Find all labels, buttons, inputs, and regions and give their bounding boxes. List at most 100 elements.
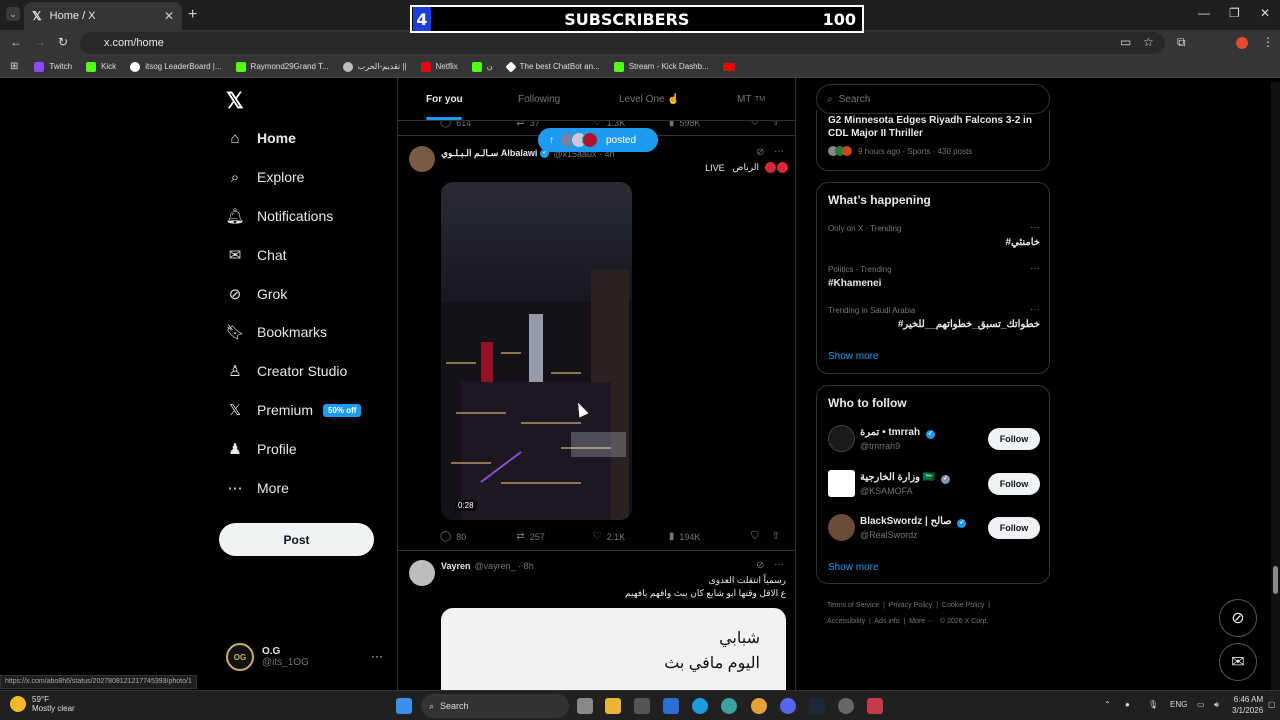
- repost-button[interactable]: ⇄ 257: [516, 531, 592, 542]
- new-tab-icon[interactable]: +: [188, 6, 197, 24]
- steam-icon[interactable]: [809, 698, 825, 714]
- bookmark-kick-dashboard[interactable]: Stream - Kick Dashb...: [613, 61, 709, 72]
- profile-avatar-icon[interactable]: [1236, 37, 1248, 49]
- nav-premium[interactable]: 𝕏 Premium 50% off: [226, 401, 362, 419]
- windows-start-icon[interactable]: [396, 698, 412, 714]
- grok-fab-icon[interactable]: ⊘: [1219, 599, 1257, 637]
- new-posts-pill[interactable]: ↑ posted: [538, 128, 658, 152]
- messages-fab-icon[interactable]: ✉: [1219, 643, 1257, 681]
- bookmark-youtube[interactable]: [722, 62, 740, 71]
- nav-notifications[interactable]: 🔔︎ Notifications: [225, 207, 333, 225]
- store-icon[interactable]: [634, 698, 650, 714]
- show-more-follow-link[interactable]: Show more: [828, 562, 879, 573]
- edge-icon[interactable]: [692, 698, 708, 714]
- views-button[interactable]: ▮ 194K: [669, 531, 751, 542]
- browser-menu-icon[interactable]: ⋮: [1262, 35, 1274, 49]
- weather-widget[interactable]: 59°F Mostly clear: [10, 695, 75, 713]
- nav-grok[interactable]: ⊘ Grok: [226, 285, 288, 303]
- trend-more-icon[interactable]: ···: [1030, 304, 1040, 315]
- footer-more-link[interactable]: More ···: [909, 618, 934, 625]
- extensions-icon[interactable]: ⧉: [1177, 35, 1186, 50]
- account-switcher[interactable]: OG O.G @its_1OG ···: [226, 643, 383, 671]
- footer-accessibility-link[interactable]: Accessibility: [827, 618, 865, 625]
- nav-more[interactable]: ⋯ More: [226, 479, 289, 497]
- footer-ads-link[interactable]: Ads info: [874, 618, 899, 625]
- bookmark-kick[interactable]: Kick: [86, 61, 116, 72]
- like-button[interactable]: ♡ 2.1K: [593, 531, 669, 542]
- grok-post-icon[interactable]: ⊘: [756, 560, 764, 571]
- taskbar-search[interactable]: ⌕ Search: [421, 694, 569, 718]
- trend-item[interactable]: Trending in Saudi Arabia #خطواتك_تسبق_خط…: [828, 304, 1040, 330]
- follow-button[interactable]: Follow: [988, 428, 1040, 450]
- avatar[interactable]: [409, 146, 435, 172]
- avatar[interactable]: [409, 560, 435, 586]
- apps-grid-icon[interactable]: ⊞: [10, 61, 18, 72]
- maximize-icon[interactable]: ❐: [1229, 6, 1240, 20]
- share-button[interactable]: ⇧: [772, 531, 785, 542]
- nav-creator-studio[interactable]: ♙ Creator Studio: [226, 362, 347, 380]
- file-explorer-icon[interactable]: [605, 698, 621, 714]
- forward-icon[interactable]: →: [34, 35, 46, 49]
- scrollbar[interactable]: [1271, 82, 1280, 690]
- tab-following[interactable]: Following: [518, 94, 560, 105]
- footer-privacy-link[interactable]: Privacy Policy: [889, 602, 933, 609]
- minimize-icon[interactable]: —: [1198, 6, 1210, 20]
- microphone-icon[interactable]: 🎙︎: [1148, 700, 1158, 709]
- notifications-icon[interactable]: ▢: [1268, 700, 1276, 709]
- tab-mt[interactable]: MT: [737, 94, 751, 105]
- reply-button[interactable]: ◯ 80: [440, 531, 516, 542]
- trend-more-icon[interactable]: ···: [1030, 222, 1040, 233]
- bookmark-netflix[interactable]: Netflix: [420, 61, 458, 72]
- follow-button[interactable]: Follow: [988, 473, 1040, 495]
- window-close-icon[interactable]: ✕: [1260, 6, 1270, 20]
- bookmark-itsog[interactable]: itsog LeaderBoard |...: [130, 61, 222, 72]
- reload-icon[interactable]: ↻: [58, 35, 68, 49]
- app-icon[interactable]: [721, 698, 737, 714]
- volume-icon[interactable]: 🔊︎: [1214, 700, 1219, 710]
- follow-suggestion[interactable]: وزارة الخارجية 🇸🇦 ✓ @KSAMOFA Follow: [828, 470, 1040, 500]
- grok-post-icon[interactable]: ⊘: [756, 147, 764, 158]
- bookmark-star-icon[interactable]: ☆: [1143, 35, 1154, 49]
- post-more-icon[interactable]: ···: [774, 559, 784, 570]
- follow-button[interactable]: Follow: [988, 517, 1040, 539]
- obs-icon[interactable]: [838, 698, 854, 714]
- taskbar-clock[interactable]: 6:46 AM 3/1/2026: [1232, 694, 1263, 716]
- nav-home[interactable]: ⌂ Home: [226, 129, 295, 147]
- nav-bookmarks[interactable]: 🔖︎ Bookmarks: [225, 323, 327, 341]
- tab-level-one[interactable]: Level One ☝️: [619, 94, 680, 105]
- language-indicator[interactable]: ENG: [1170, 700, 1187, 709]
- nav-chat[interactable]: ✉ Chat: [226, 246, 287, 264]
- discord-icon[interactable]: [780, 698, 796, 714]
- tray-app-icon[interactable]: ●: [1125, 700, 1130, 709]
- post-author[interactable]: Vayren @vayren_ · 8h: [441, 561, 534, 571]
- post-video[interactable]: 0:28: [441, 182, 632, 520]
- post-more-icon[interactable]: ···: [774, 146, 784, 157]
- show-more-trends-link[interactable]: Show more: [828, 351, 879, 362]
- tab-search-icon[interactable]: ⌄: [6, 7, 20, 21]
- tab-for-you[interactable]: For you: [426, 94, 463, 105]
- post-button[interactable]: Post: [219, 523, 374, 556]
- tray-expand-icon[interactable]: ⌃: [1104, 700, 1111, 709]
- nav-explore[interactable]: ⌕ Explore: [226, 168, 305, 186]
- top-story-card[interactable]: G2 Minnesota Edges Riyadh Falcons 3-2 in…: [816, 110, 1050, 171]
- address-bar[interactable]: x.com/home: [80, 32, 1165, 54]
- nav-profile[interactable]: ♟ Profile: [226, 440, 296, 458]
- post-image[interactable]: شبابي اليوم مافي بث: [441, 608, 786, 690]
- close-tab-icon[interactable]: ✕: [164, 9, 174, 23]
- bookmark-war[interactable]: تقديم-الحرب ||: [342, 61, 407, 72]
- trend-item[interactable]: Politics · Trending #Khamenei ···: [828, 263, 1040, 289]
- app-window-icon[interactable]: [867, 698, 883, 714]
- follow-suggestion[interactable]: BlackSwordz | صالح ✓ @RealSwordz Follow: [828, 514, 1040, 544]
- task-view-icon[interactable]: [577, 698, 593, 714]
- follow-suggestion[interactable]: تمرة • tmrrah ✓ @tmrrah9 Follow: [828, 425, 1040, 455]
- bookmark-raymond[interactable]: Raymond29Grand T...: [235, 61, 329, 72]
- outlook-icon[interactable]: [663, 698, 679, 714]
- scrollbar-thumb[interactable]: [1273, 566, 1278, 594]
- chrome-icon[interactable]: [751, 698, 767, 714]
- account-more-icon[interactable]: ···: [371, 649, 383, 663]
- x-home-logo-icon[interactable]: 𝕏: [226, 88, 244, 114]
- bookmark-button[interactable]: ⛉: [751, 531, 772, 542]
- bookmark-chatbot[interactable]: The best ChatBot an...: [504, 60, 600, 73]
- browser-tab-home[interactable]: 𝕏 Home / X ✕: [24, 2, 182, 30]
- network-icon[interactable]: ▭: [1197, 700, 1205, 709]
